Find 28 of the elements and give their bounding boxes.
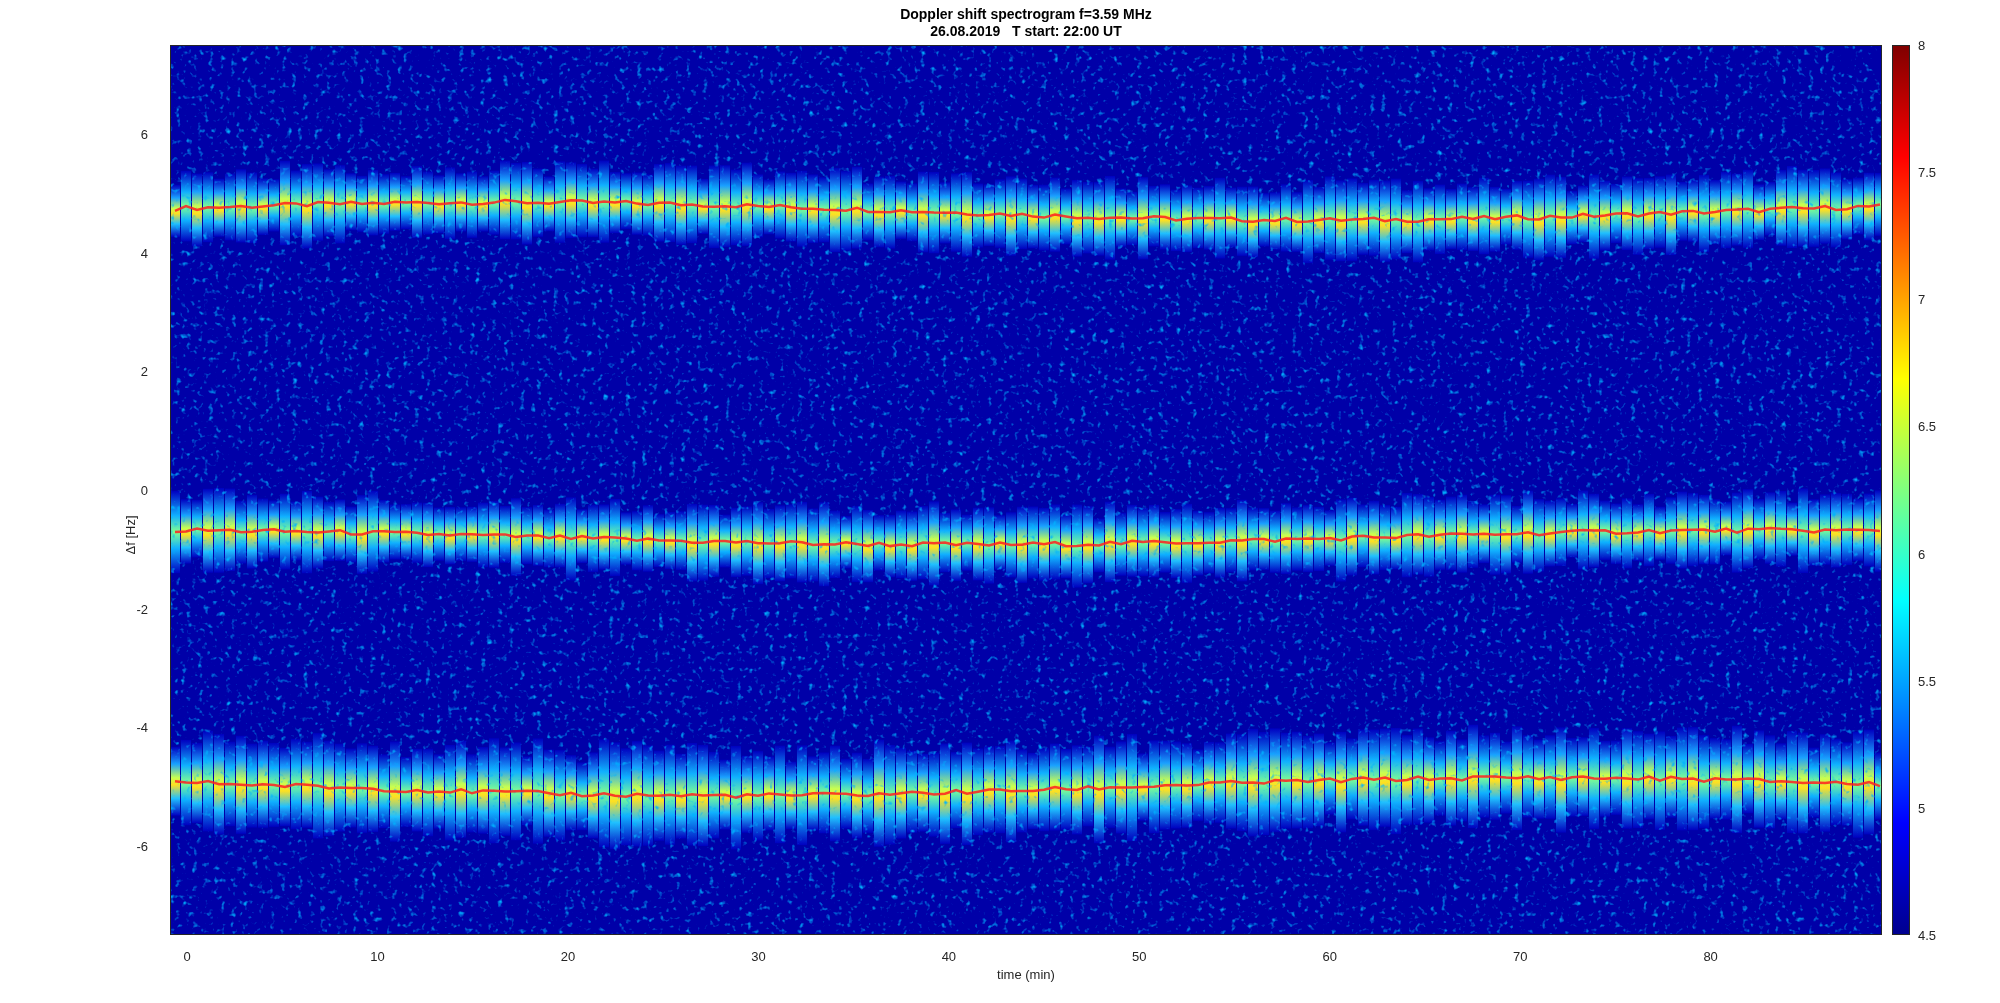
y-axis-label: Δf [Hz] [122, 515, 138, 555]
x-tick-label: 10 [370, 949, 385, 964]
x-tick-label: 20 [560, 949, 576, 964]
x-tick-label: 0 [183, 949, 191, 964]
x-axis-label: time (min) [997, 967, 1055, 982]
colorbar-tick-label: 8 [1918, 37, 1926, 53]
chart-title: Doppler shift spectrogram f=3.59 MHz [900, 5, 1152, 23]
x-tick-label: 70 [1512, 949, 1528, 964]
x-tick-label: 50 [1132, 949, 1147, 964]
x-tick-label: 40 [941, 949, 957, 964]
y-tick-label: -2 [136, 601, 148, 617]
colorbar-tick-label: 7 [1918, 291, 1926, 307]
y-tick-label: -4 [136, 719, 148, 735]
colorbar-tick-label: 6.5 [1918, 418, 1937, 434]
x-tick-label: 80 [1703, 949, 1718, 964]
y-tick-label: 4 [140, 245, 148, 261]
x-tick-label: 30 [751, 949, 766, 964]
y-tick-label: 0 [140, 482, 148, 498]
colorbar-tick-label: 5 [1918, 800, 1926, 816]
colorbar-tick-label: 7.5 [1918, 164, 1937, 180]
y-tick-label: 2 [140, 363, 148, 379]
colorbar-tick-label: 6 [1918, 546, 1926, 562]
chart-title: 26.08.2019 T start: 22:00 UT [930, 22, 1122, 40]
colorbar-tick-label: 5.5 [1918, 673, 1937, 689]
y-tick-label: 6 [140, 126, 148, 142]
colorbar-tick-label: 4.5 [1918, 927, 1937, 943]
y-tick-label: -6 [136, 838, 148, 854]
x-tick-label: 60 [1322, 949, 1337, 964]
